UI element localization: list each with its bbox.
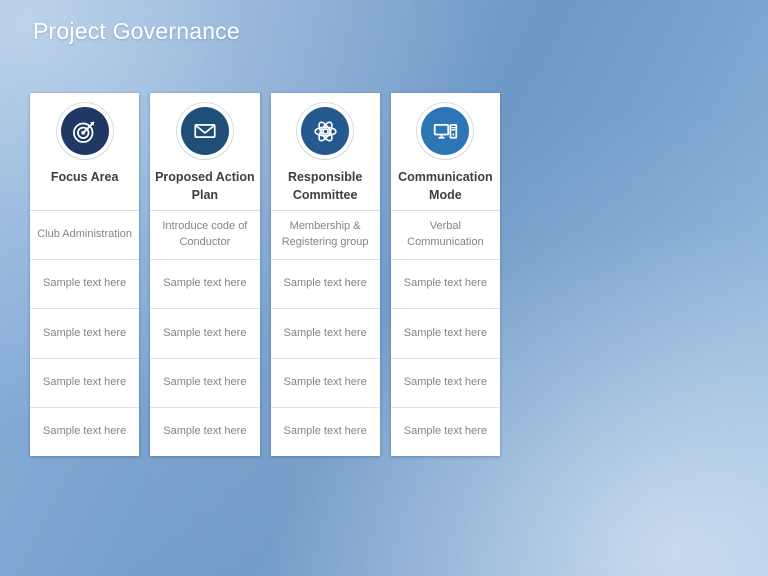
table-cell[interactable]: Sample text here [30,359,140,408]
column-title-label: Focus Area [50,170,119,184]
table-cell[interactable]: Sample text here [150,359,260,408]
column-title-label: Responsible Committee [287,170,363,202]
column-header-proposed-action-plan: Proposed Action Plan [150,93,260,211]
table-cell[interactable]: Membership & Registering group [270,211,380,261]
table-cell[interactable]: Sample text here [150,408,259,456]
table-cell[interactable]: Sample text here [150,260,260,310]
table-cell[interactable]: Sample text here [390,359,500,408]
column-header-responsible-committee: Responsible Committee [270,93,380,211]
column-responsible-committee[interactable]: Responsible Committee Membership & Regis… [270,93,380,456]
table-cell[interactable]: Sample text here [30,260,140,310]
table-cell[interactable]: Introduce code of Conductor [150,211,260,261]
governance-table: Focus Area Club Administration Sample te… [30,93,500,456]
envelope-mail-icon [180,107,229,155]
desktop-computer-icon [421,107,470,155]
table-cell[interactable]: Sample text here [30,309,140,359]
table-cell[interactable]: Sample text here [271,408,380,456]
column-title-label: Proposed Action Plan [155,170,255,202]
slide-canvas: Project Governance Focus Area Club Admin… [0,0,768,576]
column-header-communication-mode: Communication Mode [390,93,500,211]
target-bullseye-icon [60,107,109,155]
column-title-label: Communication Mode [398,170,493,202]
table-cell[interactable]: Sample text here [270,260,380,310]
table-cell[interactable]: Sample text here [270,359,380,408]
table-cell[interactable]: Sample text here [391,408,500,456]
table-cell[interactable]: Club Administration [30,211,140,261]
table-cell[interactable]: Sample text here [150,309,260,359]
column-focus-area[interactable]: Focus Area Club Administration Sample te… [30,93,140,456]
table-cell[interactable]: Sample text here [390,260,500,310]
table-cell[interactable]: Verbal Communication [390,211,500,261]
table-cell[interactable]: Sample text here [390,309,500,359]
table-cell[interactable]: Sample text here [30,408,139,456]
column-communication-mode[interactable]: Communication Mode Verbal Communication … [390,93,500,456]
column-proposed-action-plan[interactable]: Proposed Action Plan Introduce code of C… [150,93,260,456]
page-title: Project Governance [33,18,240,44]
table-cell[interactable]: Sample text here [270,309,380,359]
atom-icon [301,107,350,155]
column-header-focus-area: Focus Area [30,93,140,211]
